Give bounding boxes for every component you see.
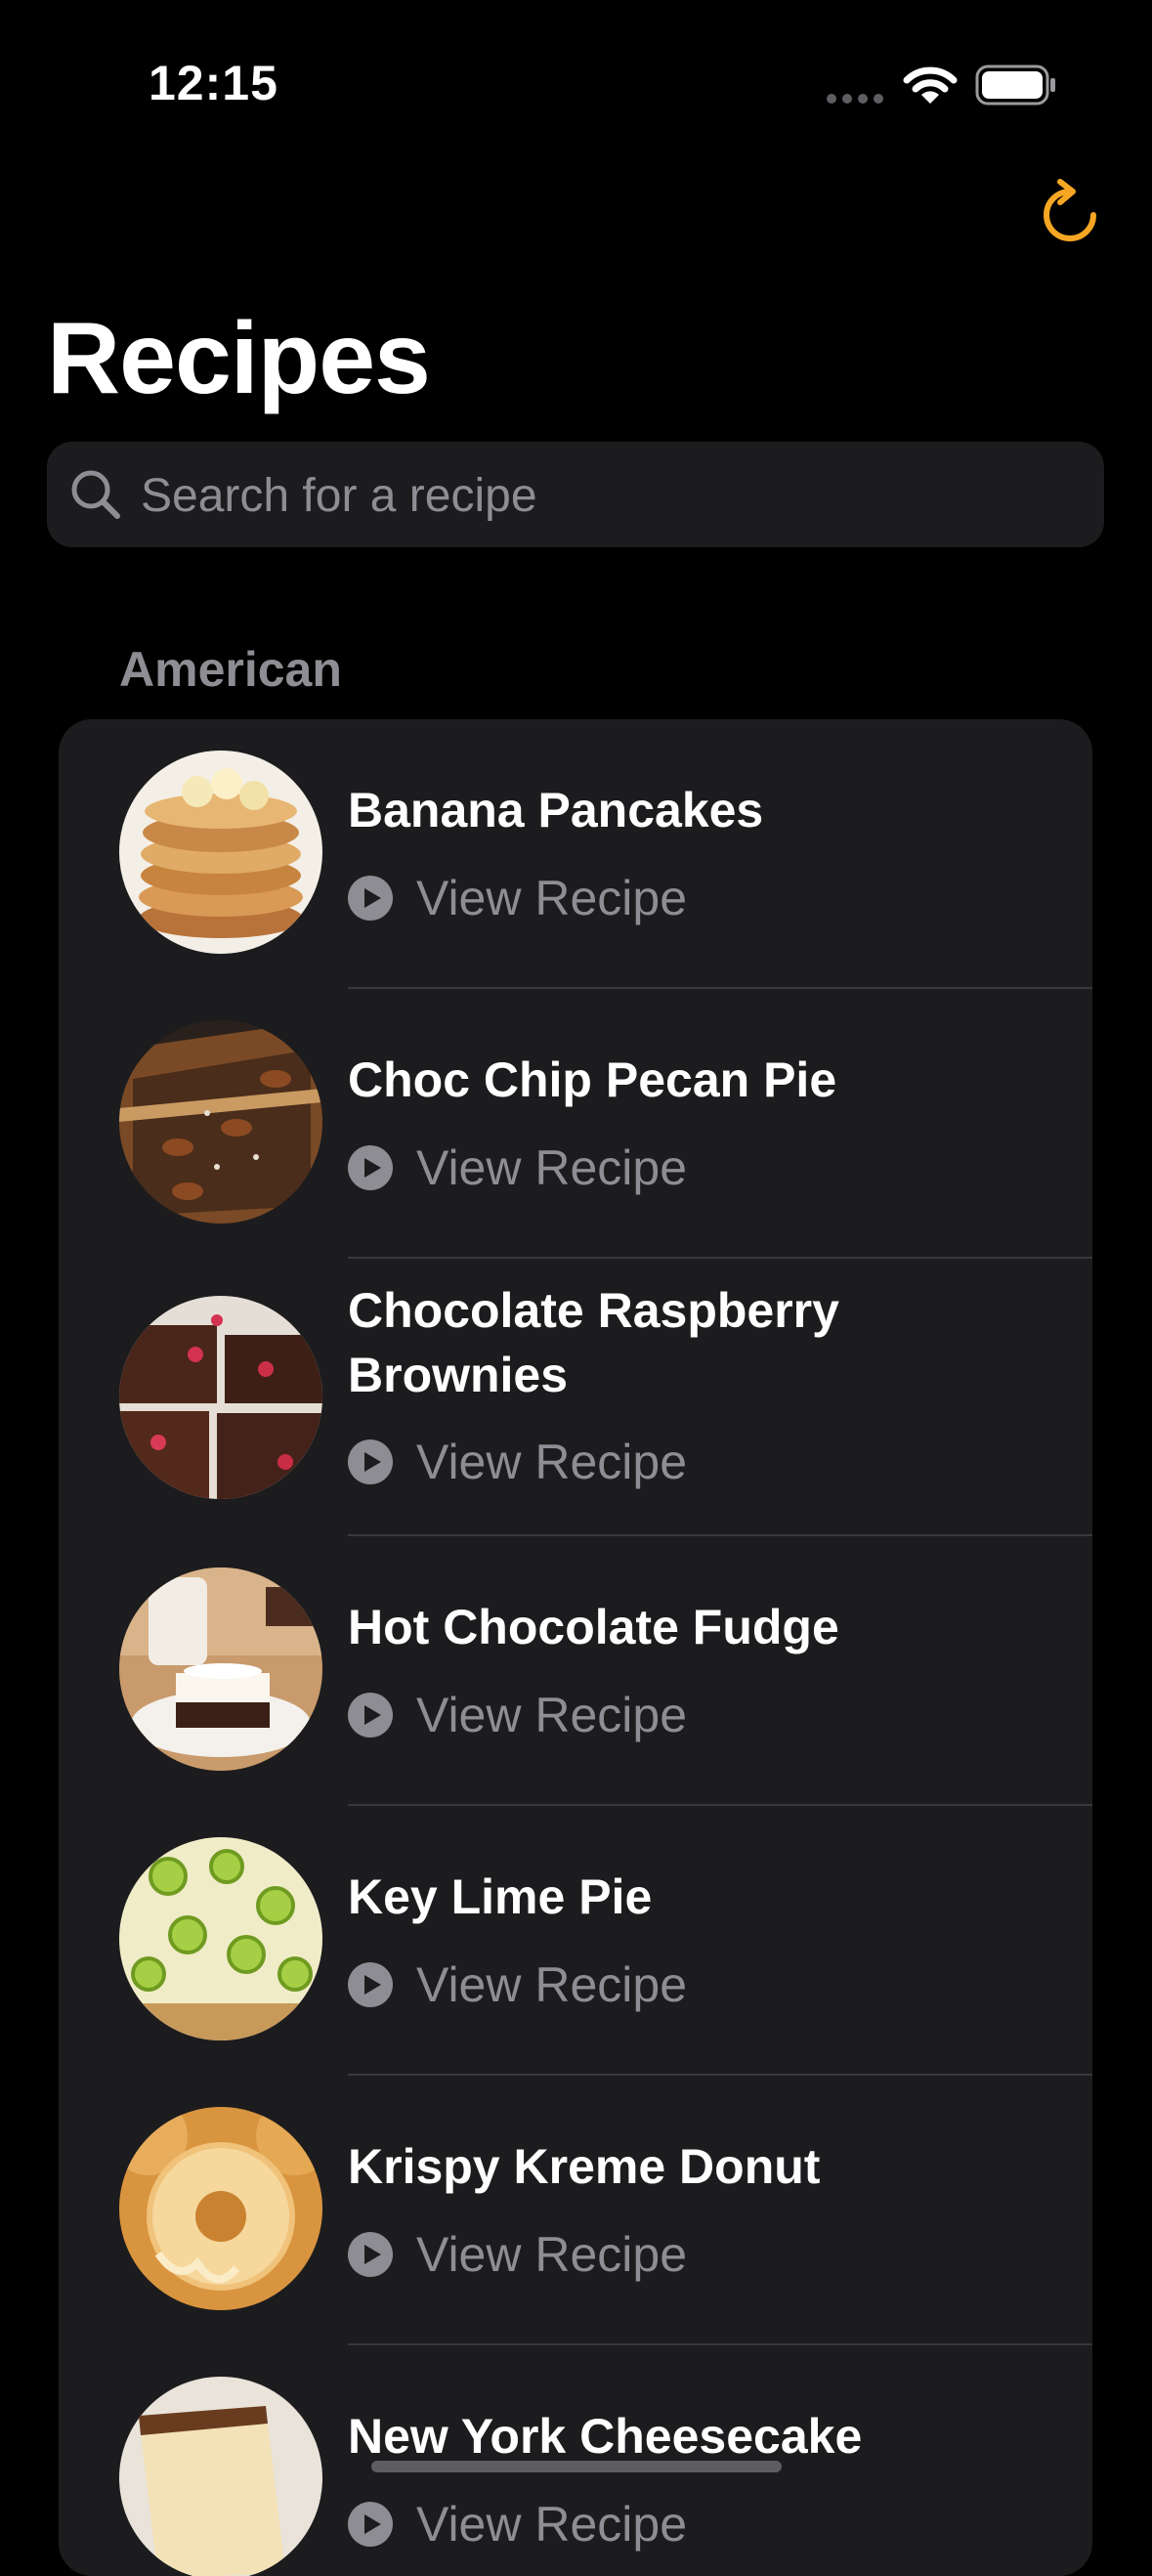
search-icon bbox=[71, 470, 120, 519]
recipe-row[interactable]: Krispy Kreme Donut View Recipe bbox=[59, 2076, 1092, 2345]
play-circle-icon bbox=[348, 1693, 393, 1738]
play-circle-icon bbox=[348, 2232, 393, 2277]
recipe-name: Banana Pancakes bbox=[348, 783, 764, 837]
search-input[interactable]: Search for a recipe bbox=[141, 469, 537, 524]
view-recipe-link[interactable]: View Recipe bbox=[348, 2495, 687, 2554]
view-recipe-link[interactable]: View Recipe bbox=[348, 2225, 687, 2284]
recipe-thumbnail bbox=[119, 751, 322, 954]
view-recipe-link[interactable]: View Recipe bbox=[348, 1955, 687, 2014]
view-recipe-link[interactable]: View Recipe bbox=[348, 1138, 687, 1197]
recipe-thumbnail bbox=[119, 1567, 322, 1771]
view-recipe-label: View Recipe bbox=[416, 1957, 688, 2012]
play-circle-icon bbox=[348, 1439, 393, 1484]
play-circle-icon bbox=[348, 1145, 393, 1190]
refresh-icon bbox=[1044, 179, 1096, 241]
view-recipe-label: View Recipe bbox=[416, 1140, 688, 1195]
status-time: 12:15 bbox=[149, 56, 278, 110]
recipe-thumbnail bbox=[119, 2107, 322, 2310]
recipe-row[interactable]: Choc Chip Pecan Pie View Recipe bbox=[59, 989, 1092, 1259]
recipe-row[interactable]: Chocolate Raspberry Brownies View Recipe bbox=[59, 1259, 1092, 1536]
view-recipe-link[interactable]: View Recipe bbox=[348, 1686, 687, 1744]
search-bar[interactable]: Search for a recipe bbox=[47, 442, 1104, 547]
recipe-name: New York Cheesecake bbox=[348, 2409, 863, 2464]
play-circle-icon bbox=[348, 2502, 393, 2547]
section-header: American bbox=[119, 642, 342, 697]
recipe-name: Choc Chip Pecan Pie bbox=[348, 1052, 837, 1107]
view-recipe-link[interactable]: View Recipe bbox=[348, 1433, 687, 1491]
view-recipe-link[interactable]: View Recipe bbox=[348, 869, 687, 927]
recipe-name: Key Lime Pie bbox=[348, 1869, 653, 1924]
recipe-name: Hot Chocolate Fudge bbox=[348, 1600, 839, 1654]
recipe-row[interactable]: Hot Chocolate Fudge View Recipe bbox=[59, 1536, 1092, 1806]
view-recipe-label: View Recipe bbox=[416, 1435, 688, 1489]
recipe-row[interactable]: Key Lime Pie View Recipe bbox=[59, 1806, 1092, 2076]
recipe-thumbnail bbox=[119, 1020, 322, 1224]
view-recipe-label: View Recipe bbox=[416, 1688, 688, 1742]
view-recipe-label: View Recipe bbox=[416, 871, 688, 925]
refresh-button[interactable] bbox=[1034, 178, 1106, 254]
recipe-thumbnail bbox=[119, 2377, 322, 2576]
recipe-list: Banana Pancakes View Recipe Choc Chip Pe… bbox=[59, 719, 1092, 2576]
recipe-name: Krispy Kreme Donut bbox=[348, 2139, 821, 2194]
play-circle-icon bbox=[348, 1962, 393, 2007]
cellular-signal-icon bbox=[827, 94, 883, 104]
view-recipe-label: View Recipe bbox=[416, 2497, 688, 2552]
battery-icon bbox=[975, 64, 1055, 106]
recipe-thumbnail bbox=[119, 1296, 322, 1499]
recipe-row[interactable]: Banana Pancakes View Recipe bbox=[59, 719, 1092, 989]
play-circle-icon bbox=[348, 876, 393, 921]
recipe-thumbnail bbox=[119, 1837, 322, 2040]
home-indicator[interactable] bbox=[371, 2461, 782, 2472]
recipe-name: Chocolate Raspberry Brownies bbox=[348, 1283, 839, 1402]
view-recipe-label: View Recipe bbox=[416, 2227, 688, 2282]
page-title: Recipes bbox=[47, 302, 431, 415]
wifi-icon bbox=[903, 66, 958, 104]
